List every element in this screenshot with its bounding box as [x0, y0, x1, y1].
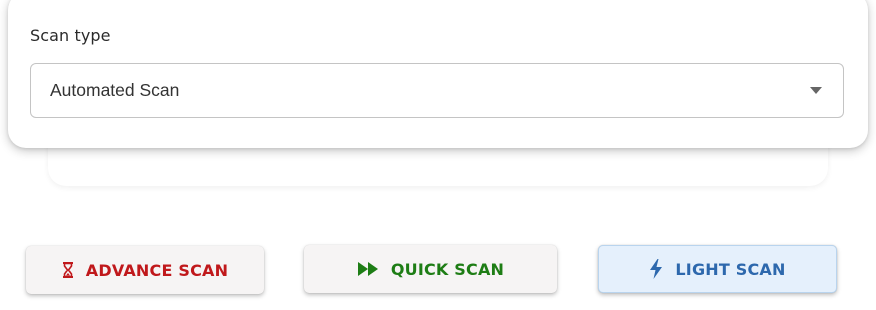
advance-scan-label: ADVANCE SCAN: [85, 260, 229, 280]
light-scan-label: LIGHT SCAN: [675, 259, 786, 279]
scan-settings-panel: Scan type Automated Scan ADVANCE SCAN QU…: [0, 0, 876, 310]
quick-scan-button[interactable]: QUICK SCAN: [304, 245, 557, 293]
light-scan-button[interactable]: LIGHT SCAN: [598, 245, 837, 293]
scan-type-label: Scan type: [30, 26, 111, 45]
quick-scan-label: QUICK SCAN: [390, 259, 505, 279]
fast-forward-icon: [357, 262, 379, 276]
scan-type-card: Scan type Automated Scan: [8, 0, 868, 148]
caret-down-icon: [810, 87, 822, 94]
advance-scan-button[interactable]: ADVANCE SCAN: [26, 246, 264, 294]
lightning-bolt-icon: [649, 259, 663, 279]
hourglass-icon: [62, 262, 74, 278]
scan-type-selected-value: Automated Scan: [50, 80, 180, 100]
scan-type-select[interactable]: Automated Scan: [30, 63, 844, 118]
